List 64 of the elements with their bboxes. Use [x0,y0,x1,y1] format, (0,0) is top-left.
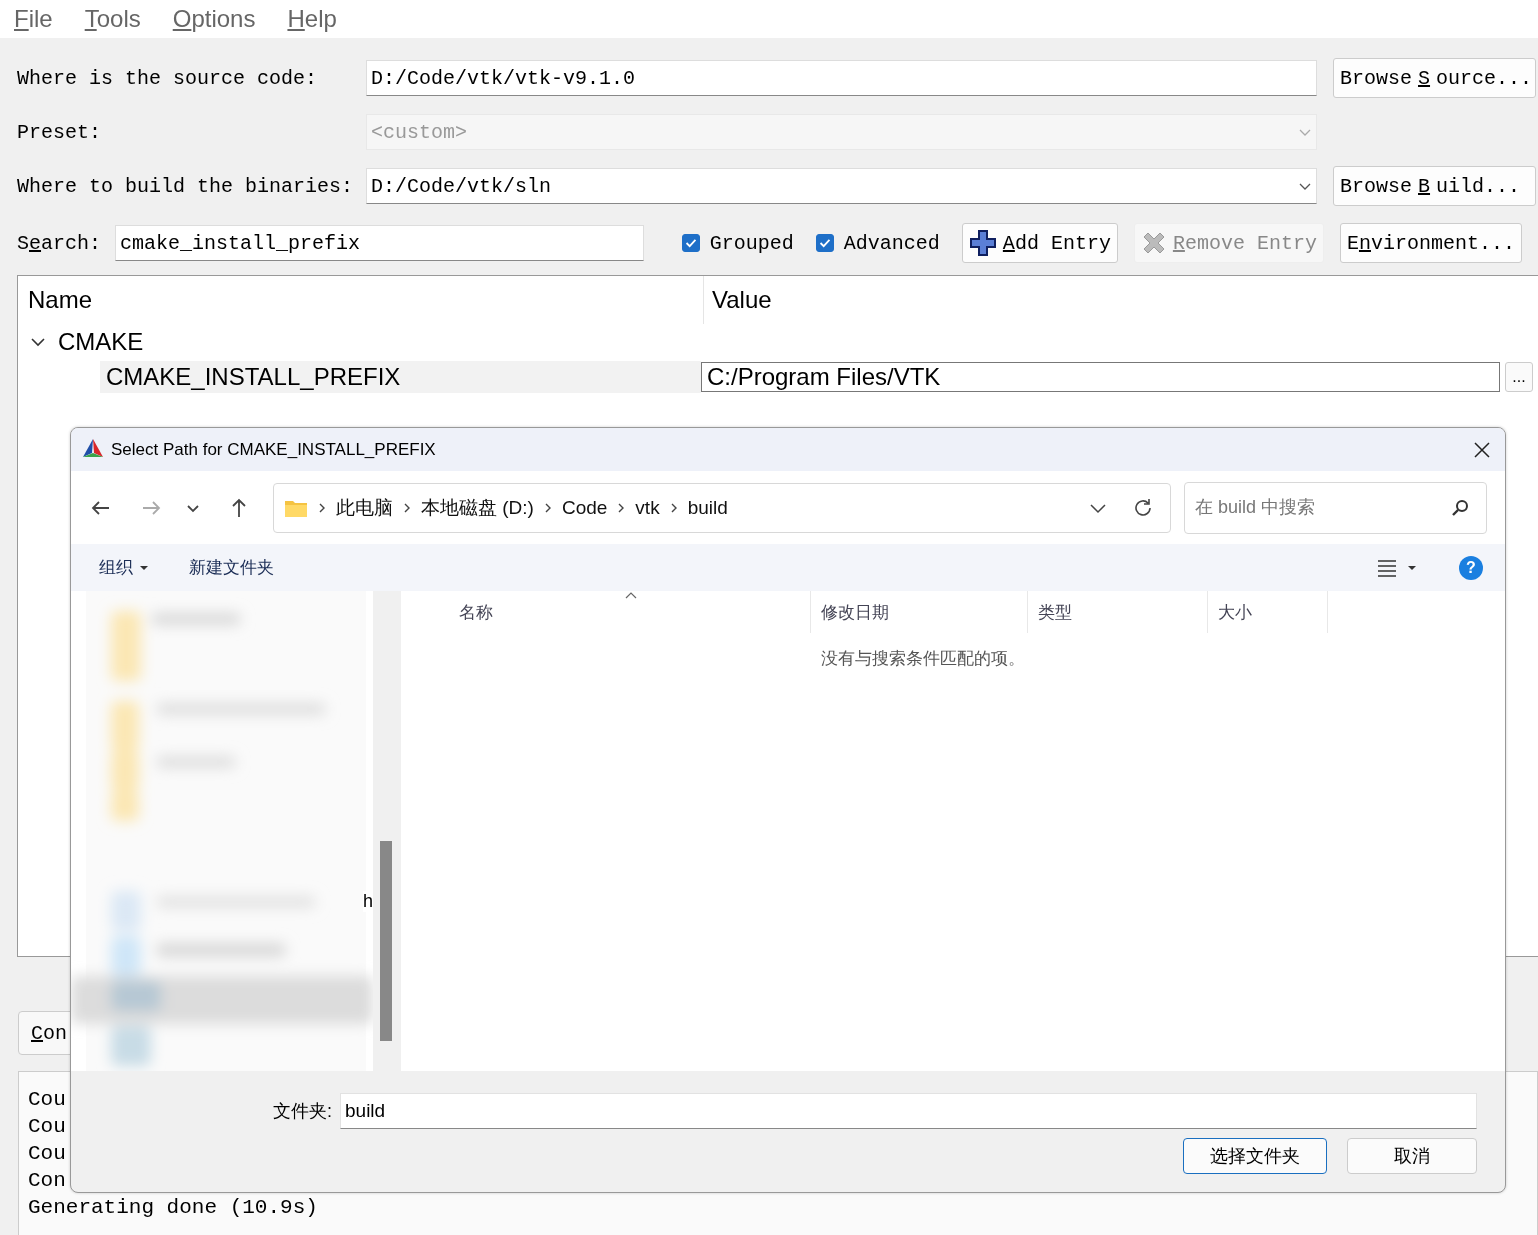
build-path-dropdown[interactable]: D:/Code/vtk/sln [366,168,1317,204]
column-header[interactable]: 类型 [1028,591,1208,633]
column-header: Value [712,286,772,314]
tree-item[interactable]: CMAKE_INSTALL_PREFIX [100,361,701,393]
chevron-right-icon [669,501,678,514]
chevron-right-icon [617,501,626,514]
cancel-button[interactable]: 取消 [1347,1138,1477,1174]
menu-item[interactable]: Options [172,5,256,33]
search-label: Search: [17,231,102,255]
breadcrumb-item[interactable]: 本地磁盘 (D:) [421,494,534,521]
environment-button[interactable]: Environment... [1339,223,1522,263]
chevron-right-icon [543,501,552,514]
text-fragment: h [363,891,373,912]
breadcrumb-item[interactable]: 此电脑 [336,494,393,521]
column-header[interactable]: 名称 [449,591,811,633]
help-button[interactable]: ? [1459,555,1483,580]
menu-item[interactable]: Tools [84,5,141,33]
address-bar[interactable]: 此电脑 本地磁盘 (D:) Code vtk build [273,482,1171,533]
plus-icon [968,229,997,257]
checkbox[interactable] [815,234,834,252]
breadcrumb-item[interactable]: build [687,496,728,519]
search-field[interactable]: 在 build 中搜索 [1184,481,1487,534]
browse-build-button[interactable]: Browse B uild... [1333,166,1536,206]
select-folder-button[interactable]: 选择文件夹 [1183,1138,1327,1174]
field-label: Where is the source code: [17,66,319,90]
dialog-title: Select Path for CMAKE_INSTALL_PREFIX [111,439,436,460]
source-path-field[interactable]: D:/Code/vtk/vtk-v9.1.0 [366,60,1317,96]
checkbox[interactable] [681,234,700,252]
search-field[interactable]: cmake_install_prefix [115,225,644,261]
scrollbar-thumb[interactable] [380,841,392,1041]
output-line: Generating done (10.9s) [28,1196,318,1219]
empty-message: 没有与搜索条件匹配的项。 [821,649,1025,668]
caret-down-icon [139,564,149,571]
output-line: Cou [28,1142,66,1165]
chevron-right-icon [318,501,326,514]
menu-item[interactable]: Help [287,5,337,33]
refresh-icon[interactable] [1132,496,1154,519]
output-line: Con [28,1169,66,1192]
output-line: Cou [28,1088,66,1111]
view-options-icon[interactable] [1377,558,1417,577]
field-label: Where to build the binaries: [17,174,350,198]
breadcrumb-item[interactable]: Code [561,496,608,519]
browse-source-button[interactable]: Browse S ource... [1333,58,1536,98]
column-header: Name [28,286,93,314]
organize-menu[interactable]: 组织 [99,556,149,579]
column-header[interactable]: 修改日期 [811,591,1028,633]
checkbox-label: Advanced [843,231,940,255]
close-icon[interactable] [1473,440,1491,459]
chevron-right-icon [403,501,411,514]
value-field[interactable]: C:/Program Files/VTK [701,362,1500,392]
tree-group-label[interactable]: CMAKE [58,328,144,356]
breadcrumb-item[interactable]: vtk [635,496,660,519]
column-header[interactable]: 大小 [1208,591,1328,633]
output-line: Cou [28,1115,66,1138]
browse-button[interactable]: ... [1505,362,1533,392]
folder-name-field[interactable]: build [340,1093,1477,1129]
field-label: Preset: [17,120,102,144]
sort-caret-icon [625,591,637,599]
folder-label: 文件夹: [273,1100,332,1123]
checkbox-label: Grouped [709,231,794,255]
new-folder-button[interactable]: 新建文件夹 [189,556,274,579]
add-entry-button[interactable]: Add Entry [961,223,1118,263]
search-icon [1451,498,1469,517]
menu-item[interactable]: File [14,5,53,33]
